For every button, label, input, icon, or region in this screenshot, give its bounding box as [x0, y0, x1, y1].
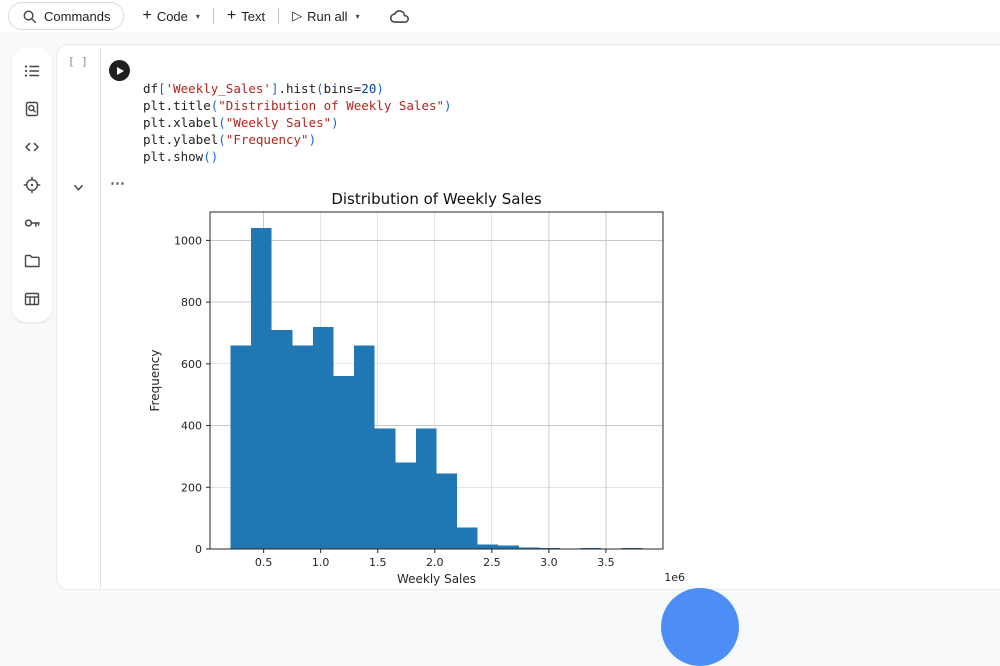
- sidebar-item-table-of-contents[interactable]: [12, 52, 52, 90]
- svg-text:400: 400: [181, 420, 202, 433]
- plus-icon: +: [227, 8, 236, 24]
- svg-text:2.0: 2.0: [426, 556, 444, 569]
- sidebar-item-secrets[interactable]: [12, 204, 52, 242]
- svg-text:800: 800: [181, 296, 202, 309]
- svg-text:2.5: 2.5: [483, 556, 501, 569]
- execution-count[interactable]: [ ]: [68, 55, 88, 68]
- run-all-button[interactable]: ▷ Run all ▾: [282, 3, 369, 29]
- cloud-icon: [390, 7, 409, 26]
- svg-text:1e6: 1e6: [664, 571, 685, 584]
- play-outline-icon: ▷: [292, 8, 302, 24]
- add-text-label: Text: [241, 9, 265, 24]
- toolbar-divider: [213, 8, 214, 24]
- svg-text:1000: 1000: [174, 234, 202, 247]
- svg-text:600: 600: [181, 358, 202, 371]
- code-line: plt.show(): [143, 148, 452, 165]
- files-folder-icon: [23, 252, 41, 270]
- cloud-save-button[interactable]: [390, 7, 409, 26]
- left-sidebar: [12, 48, 52, 322]
- svg-text:3.5: 3.5: [597, 556, 615, 569]
- scope-icon: [23, 176, 41, 194]
- code-editor[interactable]: df['Weekly_Sales'].hist(bins=20)plt.titl…: [143, 80, 452, 165]
- add-code-button[interactable]: + Code ▾: [132, 3, 209, 29]
- sidebar-item-find-replace[interactable]: [12, 90, 52, 128]
- svg-text:Weekly Sales: Weekly Sales: [397, 572, 476, 586]
- commands-label: Commands: [44, 9, 110, 24]
- svg-text:0.5: 0.5: [255, 556, 273, 569]
- top-toolbar: Commands + Code ▾ + Text ▷ Run all ▾: [0, 0, 1000, 32]
- secrets-key-icon: [23, 214, 41, 232]
- sidebar-item-scope[interactable]: [12, 166, 52, 204]
- code-snippets-icon: [23, 138, 41, 156]
- play-icon: [117, 67, 124, 75]
- output-more-options-button[interactable]: ⋯: [110, 174, 126, 192]
- code-line: plt.xlabel("Weekly Sales"): [143, 114, 452, 131]
- svg-text:0: 0: [195, 543, 202, 556]
- run-all-label: Run all: [307, 9, 347, 24]
- code-line: df['Weekly_Sales'].hist(bins=20): [143, 80, 452, 97]
- run-cell-button[interactable]: [109, 60, 130, 81]
- svg-text:3.0: 3.0: [540, 556, 558, 569]
- svg-text:Distribution of Weekly Sales: Distribution of Weekly Sales: [331, 190, 542, 208]
- toolbar-divider: [278, 8, 279, 24]
- cell-left-border: [100, 48, 101, 588]
- histogram-figure: 0.5 1.0 1.5 2.0 2.5 3.0 3.5 0 200 400 600 800 1000 Di…: [145, 190, 685, 590]
- scroll-fab-button[interactable]: [661, 588, 739, 666]
- data-table-icon: [23, 290, 41, 308]
- svg-text:200: 200: [181, 481, 202, 494]
- search-icon: [22, 9, 37, 24]
- code-line: plt.ylabel("Frequency"): [143, 131, 452, 148]
- svg-text:1.0: 1.0: [312, 556, 330, 569]
- chevron-down-icon: ▾: [356, 12, 360, 21]
- histogram-svg: 0.5 1.0 1.5 2.0 2.5 3.0 3.5 0 200 400 600 800 1000 Di…: [145, 190, 685, 590]
- svg-text:1.5: 1.5: [369, 556, 387, 569]
- svg-text:Frequency: Frequency: [148, 350, 162, 412]
- collapse-output-button[interactable]: [72, 182, 85, 193]
- sidebar-item-code-snippets[interactable]: [12, 128, 52, 166]
- add-text-button[interactable]: + Text: [217, 3, 275, 29]
- table-of-contents-icon: [23, 62, 41, 80]
- code-line: plt.title("Distribution of Weekly Sales"…: [143, 97, 452, 114]
- chevron-down-icon: ▾: [196, 12, 200, 21]
- find-replace-icon: [23, 100, 41, 118]
- sidebar-item-files[interactable]: [12, 242, 52, 280]
- add-code-label: Code: [157, 9, 188, 24]
- sidebar-item-data-table[interactable]: [12, 280, 52, 318]
- plus-icon: +: [142, 8, 151, 24]
- commands-button[interactable]: Commands: [8, 2, 124, 30]
